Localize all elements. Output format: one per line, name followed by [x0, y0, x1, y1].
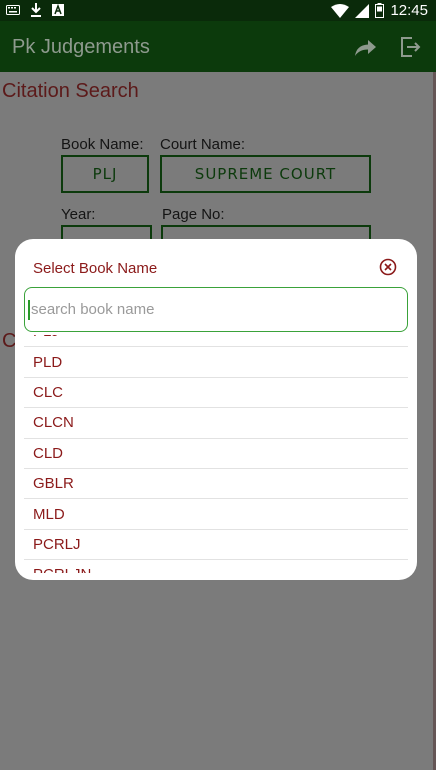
status-clock: 12:45	[390, 2, 428, 19]
status-left-icons	[6, 3, 64, 17]
list-item[interactable]: PCRLJN	[24, 560, 408, 573]
list-item[interactable]: PLJ	[24, 335, 408, 348]
text-caret	[28, 300, 30, 320]
list-item[interactable]: MLD	[24, 499, 408, 530]
list-item[interactable]: PCRLJ	[24, 530, 408, 561]
book-name-field[interactable]: PLJ	[61, 155, 149, 193]
list-item[interactable]: PLD	[24, 347, 408, 378]
share-icon[interactable]	[354, 36, 378, 58]
year-label: Year:	[61, 206, 96, 223]
app-title: Pk Judgements	[12, 36, 150, 58]
book-list[interactable]: PLJ PLD CLC CLCN CLD GBLR MLD PCRLJ PCRL…	[24, 335, 408, 573]
signal-icon	[355, 3, 370, 18]
book-list-inner: PLJ PLD CLC CLCN CLD GBLR MLD PCRLJ PCRL…	[24, 335, 408, 573]
list-item[interactable]: CLCN	[24, 408, 408, 439]
a-box-icon	[52, 4, 64, 16]
court-name-field[interactable]: SUPREME COURT	[160, 155, 371, 193]
close-icon[interactable]	[379, 258, 397, 276]
court-name-label: Court Name:	[160, 136, 246, 153]
list-item[interactable]: CLC	[24, 378, 408, 409]
keyboard-icon	[6, 5, 20, 15]
section-title: Citation Search	[2, 80, 139, 102]
list-item[interactable]: GBLR	[24, 469, 408, 500]
wifi-icon	[331, 3, 350, 18]
list-item[interactable]: CLD	[24, 439, 408, 469]
book-name-label: Book Name:	[61, 136, 144, 153]
download-icon	[31, 3, 41, 17]
battery-icon	[375, 3, 385, 18]
page-no-label: Page No:	[162, 206, 225, 223]
status-bar: 12:45	[0, 0, 436, 21]
status-right-icons: 12:45	[331, 2, 428, 19]
exit-icon[interactable]	[398, 35, 422, 59]
select-book-dialog: Select Book Name PLJ PLD CLC CLCN CLD GB…	[15, 239, 417, 580]
dialog-title: Select Book Name	[33, 260, 158, 277]
search-input[interactable]	[24, 287, 408, 332]
